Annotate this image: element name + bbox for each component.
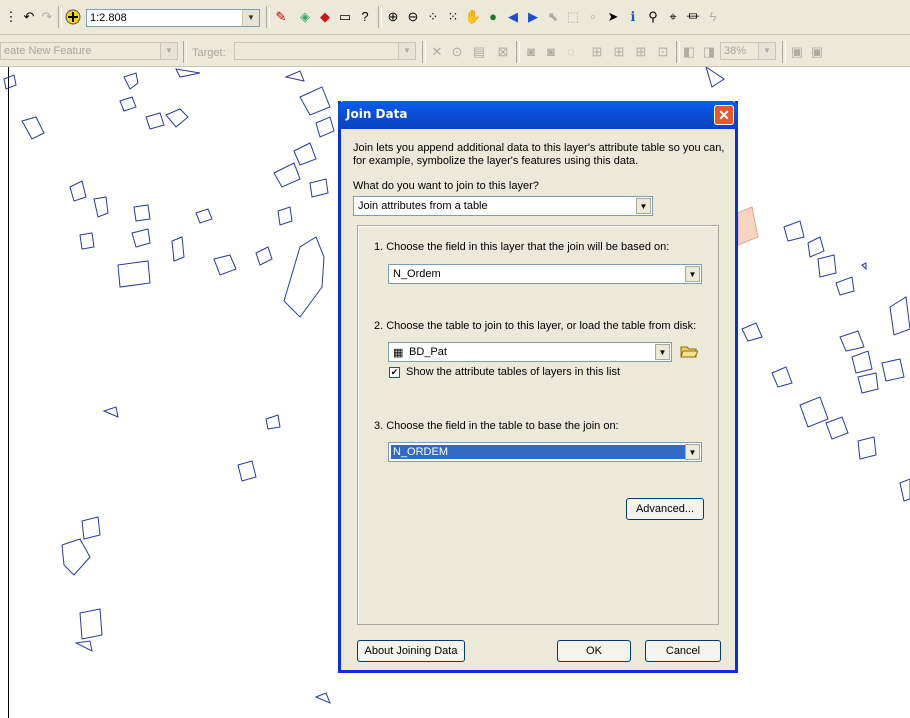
map-scale-combo[interactable]: 1:2.808 ▼ [86, 9, 260, 27]
table-field-select[interactable]: N_ORDEM ▼ [388, 442, 702, 462]
select-features-icon[interactable]: ⬉ [544, 8, 562, 26]
toolbar-separator [378, 6, 382, 28]
fixed-zoom-in-icon[interactable]: ⁘ [424, 8, 442, 26]
task-combo[interactable]: eate New Feature ▼ [0, 42, 178, 60]
editor-toolbar-icon[interactable]: ✎ [272, 8, 290, 26]
join-type-value: Join attributes from a table [358, 200, 488, 212]
identify-icon[interactable]: ℹ [624, 8, 642, 26]
layer-field-value: N_Ordem [393, 268, 441, 280]
arctoolbox-icon[interactable]: ◆ [316, 8, 334, 26]
chevron-down-icon[interactable]: ▼ [685, 266, 700, 282]
table-icon: ▦ [393, 347, 404, 359]
map-scale-value: 1:2.808 [90, 12, 127, 24]
attributes-icon[interactable]: ▤ [470, 43, 488, 61]
editor-toolbar: eate New Feature ▼ Target: ▼ ✕ ⊙ ▤ ⊠ ◙ ◙… [0, 35, 910, 67]
undo-icon[interactable]: ↶ [20, 8, 38, 26]
layout-icon-4[interactable]: ⊡ [654, 43, 672, 61]
clear-selection-icon[interactable]: ▫ [584, 8, 602, 26]
about-joining-data-button[interactable]: About Joining Data [357, 640, 465, 662]
close-icon: ✕ [718, 107, 730, 123]
select-pointer-icon[interactable]: ➤ [604, 8, 622, 26]
toolbar-separator [266, 6, 270, 28]
dialog-title: Join Data [346, 107, 408, 121]
hyperlink-icon[interactable]: ϟ [704, 8, 722, 26]
command-line-icon[interactable]: ▭ [336, 8, 354, 26]
target-combo[interactable]: ▼ [234, 42, 416, 60]
step1-label: 1. Choose the field in this layer that t… [374, 241, 670, 253]
step2-label: 2. Choose the table to join to this laye… [374, 320, 697, 332]
join-table-value: BD_Pat [409, 346, 447, 358]
find-binoculars-icon[interactable]: ⚲ [644, 8, 662, 26]
close-button[interactable]: ✕ [714, 105, 734, 125]
task-value: eate New Feature [4, 45, 92, 57]
zoom-in-icon[interactable]: ⊕ [384, 8, 402, 26]
layer-field-select[interactable]: N_Ordem ▼ [388, 264, 702, 284]
zoom-percent-combo[interactable]: 38% ▼ [720, 42, 776, 60]
standard-toolbar: ⋮ ↶ ↷ 1:2.808 ▼ ✎ ◈ ◆ ▭ ? ⊕ ⊖ ⁘ ⁙ ✋ ● ◀ … [0, 0, 910, 35]
join-options-group: 1. Choose the field in this layer that t… [357, 225, 719, 625]
arccatalog-icon[interactable]: ◈ [296, 8, 314, 26]
chevron-down-icon[interactable]: ▼ [685, 444, 700, 460]
topology-edit-icon[interactable]: ◙ [542, 43, 560, 61]
toggle-draft-icon[interactable]: ▣ [788, 43, 806, 61]
chevron-down-icon[interactable]: ▼ [242, 10, 259, 26]
whats-this-icon[interactable]: ? [356, 8, 374, 26]
show-tables-label: Show the attribute tables of layers in t… [406, 366, 620, 378]
add-data-icon[interactable] [64, 8, 82, 26]
layout-forward-icon[interactable]: ◨ [700, 43, 718, 61]
chevron-down-icon[interactable]: ▼ [160, 43, 177, 59]
forward-arrow-icon[interactable]: ▶ [524, 8, 542, 26]
zoom-percent-value: 38% [724, 45, 747, 57]
chevron-down-icon[interactable]: ▼ [758, 43, 775, 59]
intro-line-2: for example, symbolize the layer's featu… [353, 155, 639, 167]
measure-icon[interactable]: ⏛ [684, 8, 702, 26]
pan-hand-icon[interactable]: ✋ [464, 8, 482, 26]
toolbar-separator [782, 41, 786, 63]
ok-button[interactable]: OK [557, 640, 631, 662]
go-to-xy-icon[interactable]: ⌖ [664, 8, 682, 26]
chevron-down-icon[interactable]: ▼ [655, 344, 670, 360]
layout-icon-3[interactable]: ⊞ [632, 43, 650, 61]
table-field-value: N_ORDEM [391, 445, 695, 459]
toolbar-separator [183, 41, 187, 63]
open-folder-button[interactable] [678, 340, 700, 362]
focus-frame-icon[interactable]: ▣ [808, 43, 826, 61]
sketch-tool-icon[interactable]: ✕ [428, 43, 446, 61]
toolbar-separator [422, 41, 426, 63]
shared-edges-icon[interactable]: ◌ [562, 43, 580, 61]
fixed-zoom-out-icon[interactable]: ⁙ [444, 8, 462, 26]
zoom-out-icon[interactable]: ⊖ [404, 8, 422, 26]
open-folder-icon [680, 346, 698, 358]
topology-icon[interactable]: ◙ [522, 43, 540, 61]
layout-icon-2[interactable]: ⊞ [610, 43, 628, 61]
join-table-select[interactable]: ▦ BD_Pat ▼ [388, 342, 672, 362]
step3-label: 3. Choose the field in the table to base… [374, 420, 619, 432]
rotate-icon[interactable]: ⊙ [448, 43, 466, 61]
checkmark-icon: ✔ [390, 367, 399, 377]
show-tables-checkbox[interactable]: ✔ [389, 367, 400, 378]
chevron-down-icon[interactable]: ▼ [636, 198, 651, 214]
redo-icon[interactable]: ↷ [38, 8, 56, 26]
toolbar-separator [516, 41, 520, 63]
back-arrow-icon[interactable]: ◀ [504, 8, 522, 26]
chevron-down-icon[interactable]: ▼ [398, 43, 415, 59]
layout-icon-1[interactable]: ⊞ [588, 43, 606, 61]
layout-back-icon[interactable]: ◧ [680, 43, 698, 61]
sketch-properties-icon[interactable]: ⊠ [494, 43, 512, 61]
join-type-select[interactable]: Join attributes from a table ▼ [353, 196, 653, 216]
intro-line-1: Join lets you append additional data to … [353, 142, 725, 154]
selected-feature-highlight [737, 206, 759, 246]
full-extent-icon[interactable]: ● [484, 8, 502, 26]
join-data-dialog: Join Data ✕ Join lets you append additio… [338, 101, 738, 673]
join-question: What do you want to join to this layer? [353, 180, 539, 192]
target-label: Target: [192, 47, 226, 59]
toolbar-separator [58, 6, 62, 28]
advanced-button[interactable]: Advanced... [626, 498, 704, 520]
cancel-button[interactable]: Cancel [645, 640, 721, 662]
select-elements-icon[interactable]: ⬚ [564, 8, 582, 26]
dialog-titlebar[interactable]: Join Data ✕ [338, 101, 738, 129]
toolbar-grip-icon: ⋮ [4, 9, 18, 24]
